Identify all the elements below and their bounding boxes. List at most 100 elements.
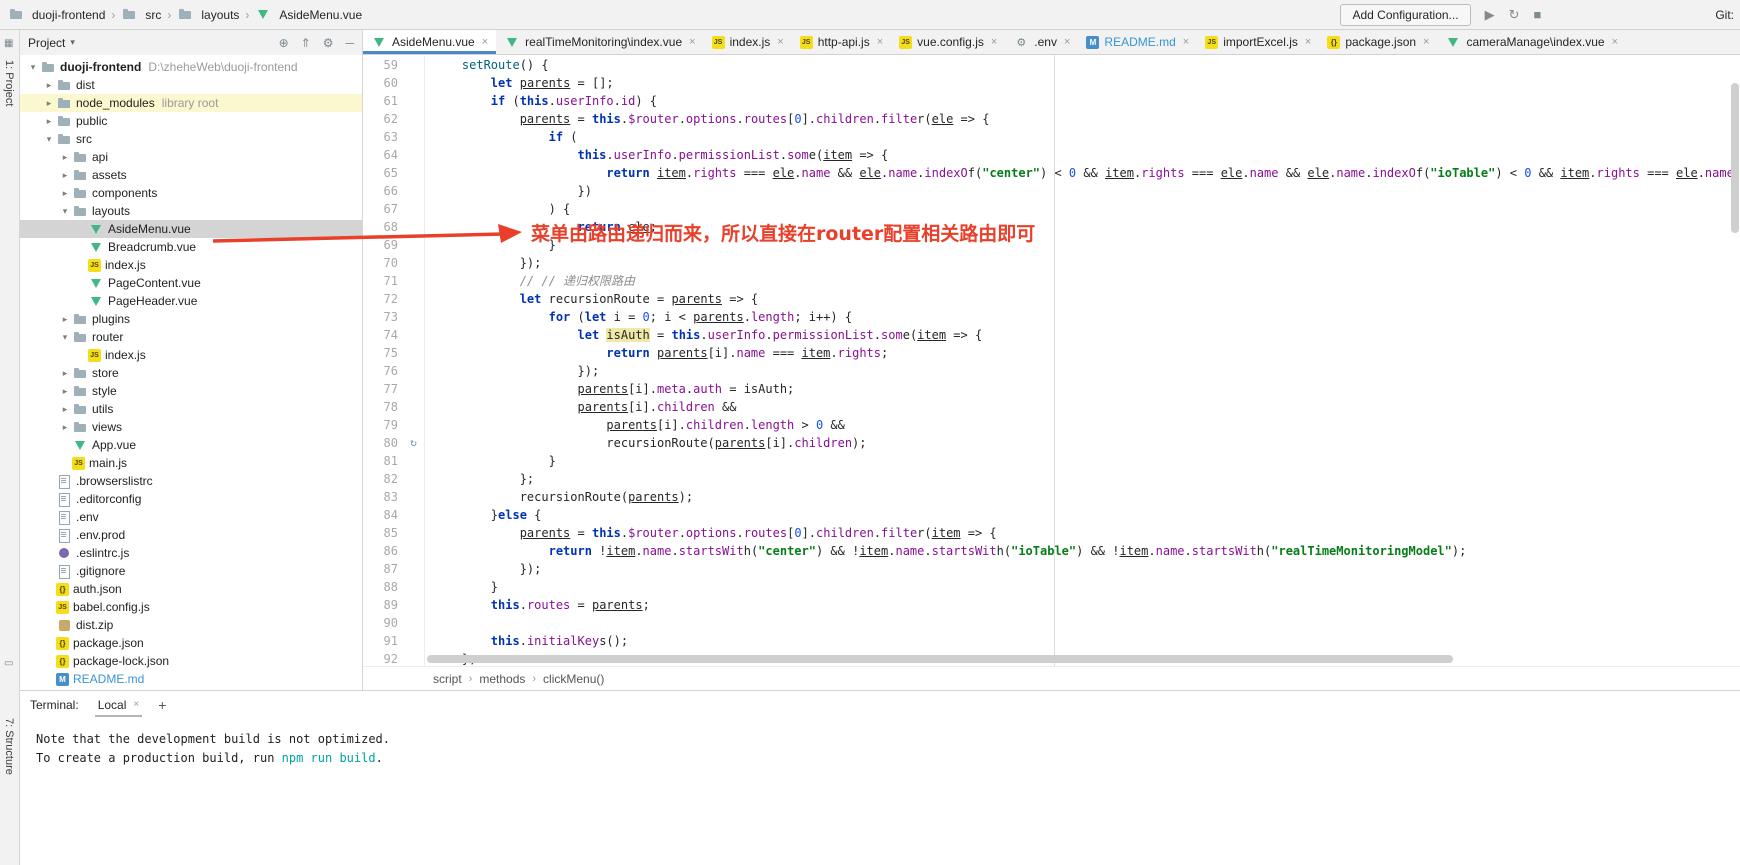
editor-tab-env[interactable]: .env× bbox=[1005, 30, 1078, 54]
editor-tab-realtimemonitoring-index-vue[interactable]: realTimeMonitoring\index.vue× bbox=[496, 30, 703, 54]
code-area[interactable]: 59 setRoute() {60 let parents = [];61 if… bbox=[363, 55, 1740, 666]
tree-toggle-icon[interactable]: ▸ bbox=[42, 116, 56, 127]
tree-toggle-icon[interactable]: ▾ bbox=[26, 62, 40, 73]
line-number[interactable]: 60 bbox=[363, 74, 403, 92]
tree-toggle-icon[interactable]: ▾ bbox=[58, 332, 72, 343]
tree-item-main-js[interactable]: main.js bbox=[20, 454, 362, 472]
titlebar-crumb-src[interactable]: src bbox=[119, 8, 163, 22]
line-number[interactable]: 86 bbox=[363, 542, 403, 560]
titlebar-crumb-layouts[interactable]: layouts bbox=[175, 8, 241, 22]
tab-close-icon[interactable]: × bbox=[1423, 36, 1429, 48]
editor-tab-cameramanage-index-vue[interactable]: cameraManage\index.vue× bbox=[1437, 30, 1626, 54]
tree-item-readme-md[interactable]: README.md bbox=[20, 670, 362, 688]
tree-item-store[interactable]: ▸store bbox=[20, 364, 362, 382]
tree-item-package-json[interactable]: package.json bbox=[20, 634, 362, 652]
tree-item-eslintrc-js[interactable]: .eslintrc.js bbox=[20, 544, 362, 562]
tab-close-icon[interactable]: × bbox=[1183, 36, 1189, 48]
line-number[interactable]: 79 bbox=[363, 416, 403, 434]
tab-close-icon[interactable]: × bbox=[877, 36, 883, 48]
line-number[interactable]: 59 bbox=[363, 56, 403, 74]
tree-item-src[interactable]: ▾src bbox=[20, 130, 362, 148]
tree-item-index-js[interactable]: index.js bbox=[20, 256, 362, 274]
tree-item-pageheader-vue[interactable]: PageHeader.vue bbox=[20, 292, 362, 310]
project-tool-icon[interactable]: ▦ bbox=[4, 38, 13, 49]
tree-toggle-icon[interactable]: ▸ bbox=[42, 80, 56, 91]
tree-toggle-icon[interactable]: ▸ bbox=[58, 404, 72, 415]
tree-toggle-icon[interactable]: ▸ bbox=[58, 188, 72, 199]
editor-tab-asidemenu-vue[interactable]: AsideMenu.vue× bbox=[363, 30, 496, 54]
editor-tab-http-api-js[interactable]: http-api.js× bbox=[792, 30, 891, 54]
tree-item-api[interactable]: ▸api bbox=[20, 148, 362, 166]
editor-tab-vue-config-js[interactable]: vue.config.js× bbox=[891, 30, 1005, 54]
tree-toggle-icon[interactable]: ▸ bbox=[58, 314, 72, 325]
line-number[interactable]: 83 bbox=[363, 488, 403, 506]
tree-item-public[interactable]: ▸public bbox=[20, 112, 362, 130]
tree-item-editorconfig[interactable]: .editorconfig bbox=[20, 490, 362, 508]
tree-item-style[interactable]: ▸style bbox=[20, 382, 362, 400]
sync-icon[interactable]: ↻ bbox=[1509, 7, 1520, 23]
structure-tool-button[interactable]: 7: Structure bbox=[3, 718, 15, 775]
tree-item-assets[interactable]: ▸assets bbox=[20, 166, 362, 184]
tree-item-router[interactable]: ▾router bbox=[20, 328, 362, 346]
tree-item-plugins[interactable]: ▸plugins bbox=[20, 310, 362, 328]
line-number[interactable]: 84 bbox=[363, 506, 403, 524]
tree-item-dist-zip[interactable]: dist.zip bbox=[20, 616, 362, 634]
titlebar-crumb-duoji-frontend[interactable]: duoji-frontend bbox=[6, 8, 107, 22]
horizontal-scrollbar-thumb[interactable] bbox=[427, 655, 1453, 663]
line-number[interactable]: 81 bbox=[363, 452, 403, 470]
tree-item-breadcrumb-vue[interactable]: Breadcrumb.vue bbox=[20, 238, 362, 256]
tree-item-browserslistrc[interactable]: .browserslistrc bbox=[20, 472, 362, 490]
tree-toggle-icon[interactable]: ▸ bbox=[58, 170, 72, 181]
tree-item-gitignore[interactable]: .gitignore bbox=[20, 562, 362, 580]
vertical-scrollbar[interactable] bbox=[1730, 55, 1740, 666]
line-number[interactable]: 73 bbox=[363, 308, 403, 326]
line-number[interactable]: 72 bbox=[363, 290, 403, 308]
line-number[interactable]: 64 bbox=[363, 146, 403, 164]
tree-item-babel-config-js[interactable]: babel.config.js bbox=[20, 598, 362, 616]
line-number[interactable]: 85 bbox=[363, 524, 403, 542]
add-configuration-button[interactable]: Add Configuration... bbox=[1340, 4, 1470, 26]
line-number[interactable]: 69 bbox=[363, 236, 403, 254]
tree-item-utils[interactable]: ▸utils bbox=[20, 400, 362, 418]
breadcrumb-clickmenu[interactable]: clickMenu() bbox=[543, 672, 604, 686]
line-number[interactable]: 92 bbox=[363, 650, 403, 666]
tree-item-env[interactable]: .env bbox=[20, 508, 362, 526]
tree-toggle-icon[interactable]: ▸ bbox=[58, 386, 72, 397]
titlebar-crumb-asidemenu-vue[interactable]: AsideMenu.vue bbox=[253, 8, 364, 22]
line-number[interactable]: 77 bbox=[363, 380, 403, 398]
stop-icon[interactable]: ■ bbox=[1533, 7, 1541, 23]
line-number[interactable]: 65 bbox=[363, 164, 403, 182]
git-label[interactable]: Git: bbox=[1715, 8, 1734, 22]
tab-close-icon[interactable]: × bbox=[777, 36, 783, 48]
tree-item-index-js[interactable]: index.js bbox=[20, 346, 362, 364]
tree-toggle-icon[interactable]: ▾ bbox=[42, 134, 56, 145]
locate-icon[interactable]: ⊕ bbox=[279, 36, 289, 50]
line-number[interactable]: 82 bbox=[363, 470, 403, 488]
tree-toggle-icon[interactable]: ▸ bbox=[42, 98, 56, 109]
horizontal-scrollbar[interactable] bbox=[427, 655, 1726, 663]
line-number[interactable]: 80 bbox=[363, 434, 403, 452]
line-number[interactable]: 68 bbox=[363, 218, 403, 236]
tree-item-layouts[interactable]: ▾layouts bbox=[20, 202, 362, 220]
structure-tool-icon[interactable]: ▭ bbox=[4, 658, 13, 669]
line-number[interactable]: 88 bbox=[363, 578, 403, 596]
tab-close-icon[interactable]: × bbox=[991, 36, 997, 48]
tree-toggle-icon[interactable]: ▾ bbox=[58, 206, 72, 217]
hide-icon[interactable]: ─ bbox=[345, 36, 354, 50]
close-icon[interactable]: × bbox=[133, 699, 139, 710]
line-number[interactable]: 62 bbox=[363, 110, 403, 128]
breadcrumb-script[interactable]: script bbox=[433, 672, 462, 686]
editor-tab-index-js[interactable]: index.js× bbox=[704, 30, 792, 54]
line-number[interactable]: 61 bbox=[363, 92, 403, 110]
tree-item-duoji-frontend[interactable]: ▾duoji-frontendD:\zheheWeb\duoji-fronten… bbox=[20, 58, 362, 76]
editor-tab-package-json[interactable]: package.json× bbox=[1319, 30, 1437, 54]
line-number[interactable]: 67 bbox=[363, 200, 403, 218]
terminal-tab-local[interactable]: Local × bbox=[95, 691, 143, 718]
terminal-output[interactable]: Note that the development build is not o… bbox=[20, 718, 1740, 865]
tab-close-icon[interactable]: × bbox=[1064, 36, 1070, 48]
tree-item-package-lock-json[interactable]: package-lock.json bbox=[20, 652, 362, 670]
editor-tab-readme-md[interactable]: README.md× bbox=[1078, 30, 1197, 54]
tree-item-auth-json[interactable]: auth.json bbox=[20, 580, 362, 598]
project-tool-button[interactable]: 1: Project bbox=[3, 60, 15, 106]
line-number[interactable]: 90 bbox=[363, 614, 403, 632]
